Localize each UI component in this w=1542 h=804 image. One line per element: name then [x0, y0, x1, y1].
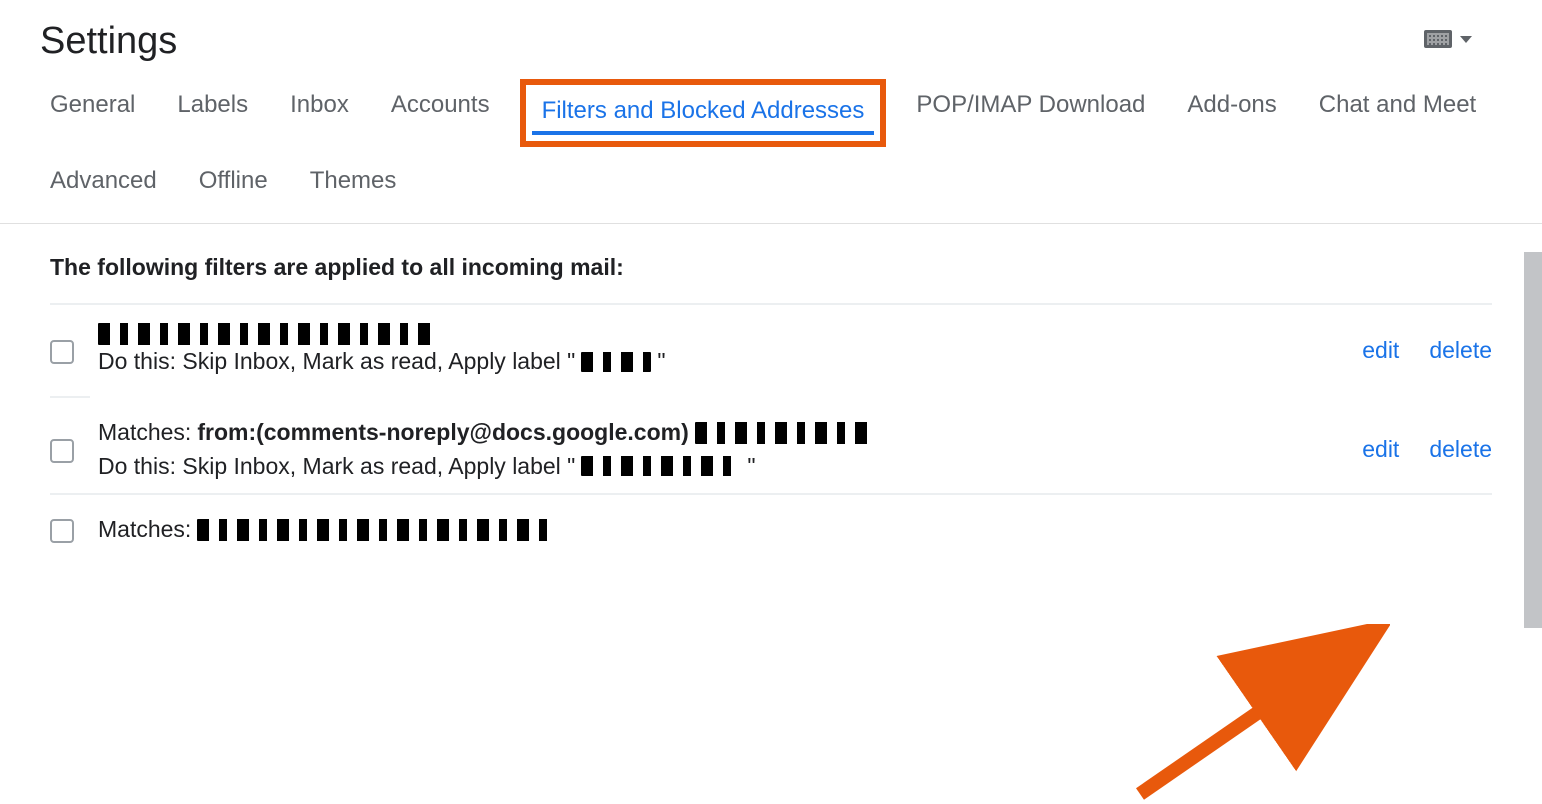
delete-link[interactable]: delete — [1429, 436, 1492, 463]
tab-addons[interactable]: Add-ons — [1187, 91, 1276, 135]
filters-content: The following filters are applied to all… — [0, 224, 1542, 546]
filter-action-suffix: " — [657, 345, 665, 378]
matches-criteria: from:(comments-noreply@docs.google.com) — [197, 416, 688, 449]
tab-offline[interactable]: Offline — [199, 167, 268, 195]
matches-label: Matches: — [98, 513, 191, 546]
redacted-text — [197, 519, 557, 541]
page-title: Settings — [0, 0, 1542, 73]
filter-checkbox[interactable] — [50, 340, 74, 364]
filter-row: Do this: Skip Inbox, Mark as read, Apply… — [50, 323, 1492, 378]
tab-advanced[interactable]: Advanced — [50, 167, 157, 195]
redacted-text — [98, 323, 438, 345]
vertical-scrollbar[interactable] — [1524, 252, 1542, 628]
redacted-text — [581, 352, 651, 372]
settings-tabs: General Labels Inbox Accounts Filters an… — [0, 73, 1542, 224]
filter-action-text: Do this: Skip Inbox, Mark as read, Apply… — [98, 450, 575, 483]
input-tools-menu[interactable] — [1424, 30, 1472, 48]
tab-chatmeet[interactable]: Chat and Meet — [1319, 91, 1476, 135]
filter-row: Matches: — [50, 513, 1492, 546]
filter-checkbox[interactable] — [50, 439, 74, 463]
redacted-text — [695, 422, 875, 444]
tab-labels[interactable]: Labels — [177, 91, 248, 135]
filter-action-suffix: " — [747, 450, 755, 483]
edit-link[interactable]: edit — [1362, 436, 1399, 463]
tab-popimap[interactable]: POP/IMAP Download — [916, 91, 1145, 135]
matches-label: Matches: — [98, 416, 191, 449]
tab-inbox[interactable]: Inbox — [290, 91, 349, 135]
divider — [50, 493, 1492, 495]
delete-link[interactable]: delete — [1429, 337, 1492, 364]
filter-action-text: Do this: Skip Inbox, Mark as read, Apply… — [98, 345, 575, 378]
chevron-down-icon — [1460, 36, 1472, 43]
tab-accounts[interactable]: Accounts — [391, 91, 490, 135]
filter-checkbox[interactable] — [50, 519, 74, 543]
filter-row: Matches: from:(comments-noreply@docs.goo… — [50, 416, 1492, 483]
tab-filters[interactable]: Filters and Blocked Addresses — [532, 91, 875, 135]
divider — [50, 396, 90, 398]
annotation-arrow-icon — [1130, 624, 1390, 804]
edit-link[interactable]: edit — [1362, 337, 1399, 364]
divider — [50, 303, 1492, 305]
redacted-text — [581, 456, 741, 476]
tab-general[interactable]: General — [50, 91, 135, 135]
keyboard-icon — [1424, 30, 1452, 48]
filters-intro: The following filters are applied to all… — [50, 254, 1492, 281]
tab-themes[interactable]: Themes — [310, 167, 397, 195]
